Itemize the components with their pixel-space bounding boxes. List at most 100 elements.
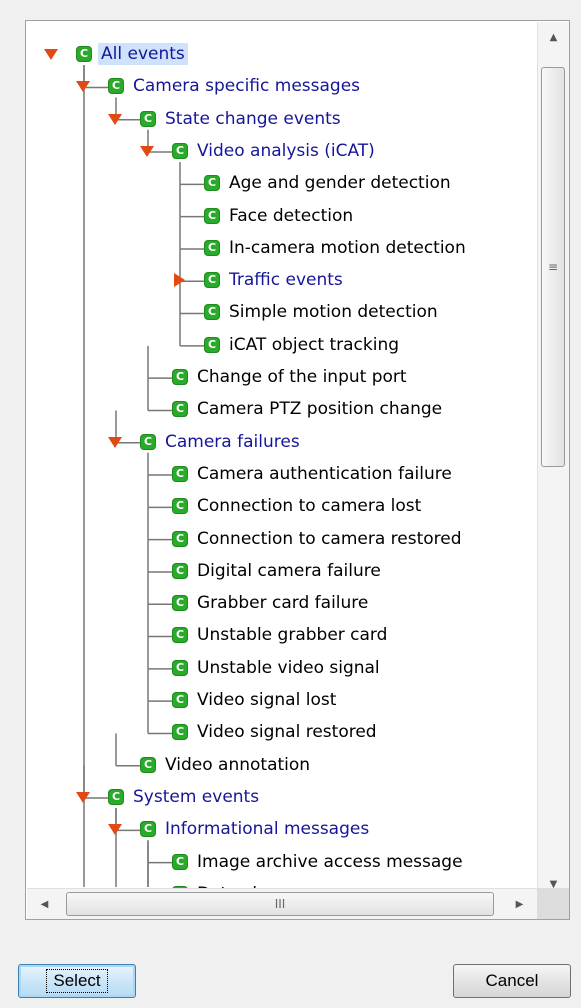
vertical-scroll-thumb[interactable]: ≡ [541,67,565,467]
tree-node-label: Simple motion detection [229,302,438,323]
category-icon: C [140,433,156,450]
collapse-arrow-icon[interactable] [44,49,58,60]
select-button-label: Select [46,969,108,993]
tree-node-label: Connection to camera lost [197,496,422,517]
tree-node-label: Video signal lost [197,690,337,710]
select-button[interactable]: Select [18,964,136,998]
tree-node-label: Image archive access message [197,851,463,872]
category-icon: C [140,821,156,838]
grip-icon: III [274,897,286,911]
left-arrow-icon: ◀ [40,899,49,910]
category-icon: C [140,756,156,773]
tree-node-label: In-camera motion detection [229,237,466,258]
tree-node-label: Unstable grabber card [197,625,388,646]
tree-node-label: Camera PTZ position change [197,399,443,420]
category-icon: C [108,788,124,805]
tree-node[interactable]: C Video analysis (iCAT) [140,136,378,166]
tree-node[interactable]: C Face detection [204,201,356,231]
tree-node-label: Digital camera failure [197,560,381,581]
category-icon: C [172,659,188,676]
category-icon: C [172,498,188,515]
tree-node-label: Video signal restored [197,722,377,743]
category-icon: C [172,627,188,644]
tree-node[interactable]: C System events [76,782,262,812]
category-icon: C [172,853,188,870]
tree-node[interactable]: C Change of the input port [172,362,410,392]
tree-node-label: Connection to camera restored [197,528,462,549]
category-icon: C [172,465,188,482]
tree-node[interactable]: C Video signal lost [172,685,339,715]
tree-node-label: All events [98,43,188,65]
grip-icon: ≡ [547,260,559,274]
tree-node[interactable]: C In-camera motion detection [204,233,469,263]
category-icon: C [204,336,220,353]
category-icon: C [204,207,220,224]
tree-node[interactable]: C Image archive access message [172,847,466,877]
tree-node[interactable]: C Traffic events [174,265,346,295]
category-icon: C [108,78,124,95]
tree-node-label: Camera authentication failure [197,463,452,484]
tree-node[interactable]: C Age and gender detection [204,168,454,198]
tree-node[interactable]: C Digital camera failure [172,556,384,586]
tree-node-label: System events [133,786,260,807]
collapse-arrow-icon[interactable] [108,436,122,448]
tree-node[interactable]: C Unstable video signal [172,653,383,683]
scroll-right-button[interactable]: ▶ [504,889,535,919]
category-icon: C [204,272,220,289]
tree-node[interactable]: C Connection to camera restored [172,524,465,554]
tree-node-label: Video annotation [165,754,311,775]
tree-node[interactable]: C Camera failures [108,427,303,457]
tree-node-label: Traffic events [229,270,343,291]
category-icon: C [204,239,220,256]
tree-node[interactable]: C State change events [108,104,344,134]
category-icon: C [172,562,188,579]
scrollbar-corner [537,888,569,919]
cancel-button[interactable]: Cancel [453,964,571,998]
tree-node[interactable]: C Camera authentication failure [172,459,455,489]
tree-node[interactable]: C All events [44,39,188,69]
tree-node-label: Camera specific messages [133,76,361,97]
horizontal-scroll-thumb[interactable]: III [66,892,494,916]
tree-node[interactable]: C Unstable grabber card [172,620,390,650]
tree-node-label: Change of the input port [197,367,407,387]
horizontal-scrollbar[interactable]: ◀ III ▶ [27,888,537,919]
category-icon: C [172,595,188,612]
collapse-arrow-icon[interactable] [108,824,122,836]
category-icon: C [172,692,188,708]
tree-node[interactable]: C Informational messages [108,814,372,844]
collapse-arrow-icon[interactable] [140,145,154,157]
category-icon: C [140,110,156,127]
tree-node-label: Unstable video signal [197,657,380,678]
category-icon: C [204,175,220,192]
collapse-arrow-icon[interactable] [108,113,122,125]
vertical-scrollbar[interactable]: ▲ ≡ ▼ [537,22,569,900]
event-tree-panel[interactable]: C All events C Camera specific messages C Sta… [25,20,570,920]
tree-node[interactable]: C Simple motion detection [204,297,441,327]
tree-node-label: Face detection [229,205,354,226]
category-icon: C [172,142,188,159]
up-arrow-icon: ▲ [549,32,558,43]
tree-node-label: Grabber card failure [197,593,369,614]
expand-arrow-icon[interactable] [174,273,185,288]
scroll-up-button[interactable]: ▲ [538,22,569,53]
tree-node[interactable]: C Video annotation [140,750,313,780]
tree-node-label: Video analysis (iCAT) [197,140,375,161]
tree-node[interactable]: C Camera PTZ position change [172,394,445,424]
right-arrow-icon: ▶ [515,899,524,910]
scroll-left-button[interactable]: ◀ [29,889,60,919]
tree-node[interactable]: C Camera specific messages [76,71,363,101]
category-icon: C [172,530,188,547]
tree-node-label: iCAT object tracking [229,334,400,355]
tree-node[interactable]: CiCAT object tracking [204,330,402,360]
collapse-arrow-icon[interactable] [76,791,90,803]
category-icon: C [204,304,220,321]
tree-node[interactable]: C Video signal restored [172,717,380,747]
collapse-arrow-icon[interactable] [76,81,90,93]
category-icon: C [172,724,188,741]
tree-node[interactable]: C Connection to camera lost [172,491,424,521]
category-icon: C [172,401,188,418]
tree-node-label: Age and gender detection [229,173,451,194]
tree-node[interactable]: C Grabber card failure [172,588,371,618]
category-icon: C [172,369,188,385]
category-icon: C [76,46,92,62]
